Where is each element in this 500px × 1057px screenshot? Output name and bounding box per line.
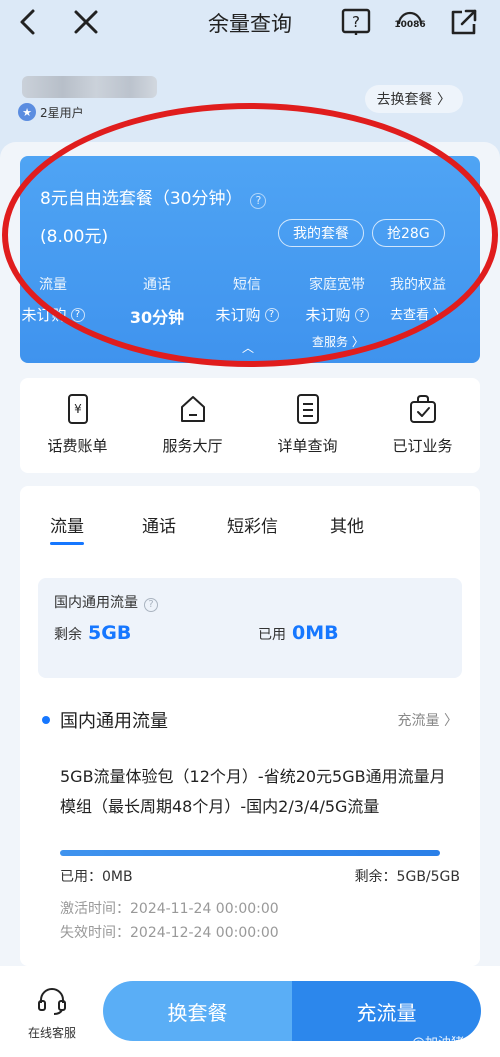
quick-action-details[interactable]: 详单查询 xyxy=(250,393,365,456)
tab-calls[interactable]: 通话 xyxy=(142,512,176,537)
svg-text:10086: 10086 xyxy=(394,20,425,30)
quick-action-service-hall[interactable]: 服务大厅 xyxy=(135,393,250,456)
remaining-label: 剩余 xyxy=(54,627,82,643)
plan-name-text: 8元自由选套餐（30分钟） xyxy=(40,189,243,209)
tab-data[interactable]: 流量 xyxy=(50,512,84,545)
svg-text:¥: ¥ xyxy=(74,402,82,416)
headset-icon xyxy=(38,988,66,1015)
stat-data-value: 未订购 xyxy=(21,306,67,324)
help-icon[interactable]: ? xyxy=(144,598,158,612)
quick-action-label: 服务大厅 xyxy=(162,437,223,455)
user-name-blurred xyxy=(22,76,157,98)
quick-actions: ¥ 话费账单 服务大厅 详单查询 已订业务 xyxy=(20,378,480,473)
top-bar: 余量查询 ? 10086 xyxy=(0,0,500,44)
watermark: @加油猪小悦 xyxy=(411,1036,490,1051)
package-used: 已用：0MB xyxy=(60,869,133,885)
domestic-data-summary: 国内通用流量? 剩余 5GB 已用 0MB xyxy=(38,578,462,678)
stat-broadband-label: 家庭宽带 xyxy=(309,277,365,293)
activation-time: 激活时间：2024-11-24 00:00:00 xyxy=(60,901,279,917)
plan-name: 8元自由选套餐（30分钟）? xyxy=(40,184,267,209)
list-doc-icon xyxy=(296,394,319,424)
summary-remaining: 剩余 5GB xyxy=(54,622,131,644)
svg-text:?: ? xyxy=(352,13,360,31)
package-description: 5GB流量体验包（12个月）-省统20元5GB通用流量月模组（最长周期48个月）… xyxy=(60,767,446,816)
plan-price: (8.00元) xyxy=(40,227,109,247)
usage-panel: 流量 通话 短彩信 其他 国内通用流量? 剩余 5GB 已用 0MB 国内通用流量 … xyxy=(20,486,480,966)
stat-data-label: 流量 xyxy=(39,277,67,293)
remaining-value: 5GB xyxy=(88,622,132,644)
plan-help-icon[interactable]: ? xyxy=(250,193,267,209)
stat-sms[interactable]: 短信 未订购? xyxy=(202,274,292,325)
remaining-progress-bar xyxy=(60,850,440,856)
bottom-bar: 在线客服 换套餐 充流量 @加油猪小悦 xyxy=(0,966,500,1057)
user-level-label: 2星用户 xyxy=(40,105,84,120)
customer-service-label: 在线客服 xyxy=(27,1026,76,1040)
stat-data[interactable]: 流量 未订购? xyxy=(8,274,98,325)
change-plan-button[interactable]: 换套餐 xyxy=(103,981,292,1041)
plan-card: 8元自由选套餐（30分钟）? (8.00元) 我的套餐 抢28G 流量 未订购?… xyxy=(20,156,480,363)
stat-broadband[interactable]: 家庭宽带 未订购? xyxy=(292,274,382,325)
my-plan-button[interactable]: 我的套餐 xyxy=(278,219,364,247)
quick-action-bill[interactable]: ¥ 话费账单 xyxy=(20,393,135,456)
stat-benefits[interactable]: 我的权益 去查看 〉 xyxy=(390,274,480,323)
used-label: 已用 xyxy=(258,627,286,643)
house-icon xyxy=(180,396,205,422)
customer-service-button[interactable]: 在线客服 xyxy=(22,986,82,1041)
user-level-badge: ★ 2星用户 xyxy=(18,102,84,122)
collapse-chevron-icon[interactable]: ︿ xyxy=(242,339,254,356)
quick-action-subscribed[interactable]: 已订业务 xyxy=(365,393,480,456)
yen-phone-icon: ¥ xyxy=(67,394,88,424)
share-icon[interactable] xyxy=(448,6,480,38)
grab-28g-button[interactable]: 抢28G xyxy=(372,219,445,247)
view-services-link[interactable]: 查服务 〉 xyxy=(312,333,364,350)
stat-benefits-label: 我的权益 xyxy=(390,277,446,293)
stat-calls-label: 通话 xyxy=(143,277,171,293)
tab-sms-mms[interactable]: 短彩信 xyxy=(227,512,278,537)
quick-action-label: 详单查询 xyxy=(277,437,338,455)
stat-sms-value: 未订购 xyxy=(215,306,261,324)
star-badge-icon: ★ xyxy=(18,103,36,121)
help-book-icon[interactable]: ? xyxy=(340,6,372,38)
package-remaining: 剩余：5GB/5GB xyxy=(354,869,460,885)
bag-check-icon xyxy=(409,395,436,423)
tab-other[interactable]: 其他 xyxy=(330,512,364,537)
stat-sms-label: 短信 xyxy=(233,277,261,293)
summary-title: 国内通用流量? xyxy=(54,592,158,612)
stat-broadband-value: 未订购 xyxy=(305,306,351,324)
switch-plan-button[interactable]: 去换套餐 〉 xyxy=(364,85,463,113)
help-icon[interactable]: ? xyxy=(70,307,85,322)
stat-calls[interactable]: 通话 30分钟 xyxy=(112,274,202,328)
help-icon[interactable]: ? xyxy=(264,307,279,322)
quick-action-label: 话费账单 xyxy=(47,437,108,455)
used-value: 0MB xyxy=(292,622,339,644)
section-title: 国内通用流量 xyxy=(60,711,168,732)
hotline-icon[interactable]: 10086 xyxy=(394,6,426,38)
summary-title-text: 国内通用流量 xyxy=(54,595,138,611)
help-icon[interactable]: ? xyxy=(354,307,369,322)
remaining-progress-fill xyxy=(60,850,440,856)
expiry-time: 失效时间：2024-12-24 00:00:00 xyxy=(60,925,279,941)
stat-benefits-value: 去查看 〉 xyxy=(390,308,447,323)
stat-calls-value: 30分钟 xyxy=(129,308,185,327)
recharge-data-link[interactable]: 充流量 〉 xyxy=(398,710,458,730)
summary-used: 已用 0MB xyxy=(258,622,339,644)
section-dot xyxy=(42,716,50,724)
quick-action-label: 已订业务 xyxy=(392,437,453,455)
